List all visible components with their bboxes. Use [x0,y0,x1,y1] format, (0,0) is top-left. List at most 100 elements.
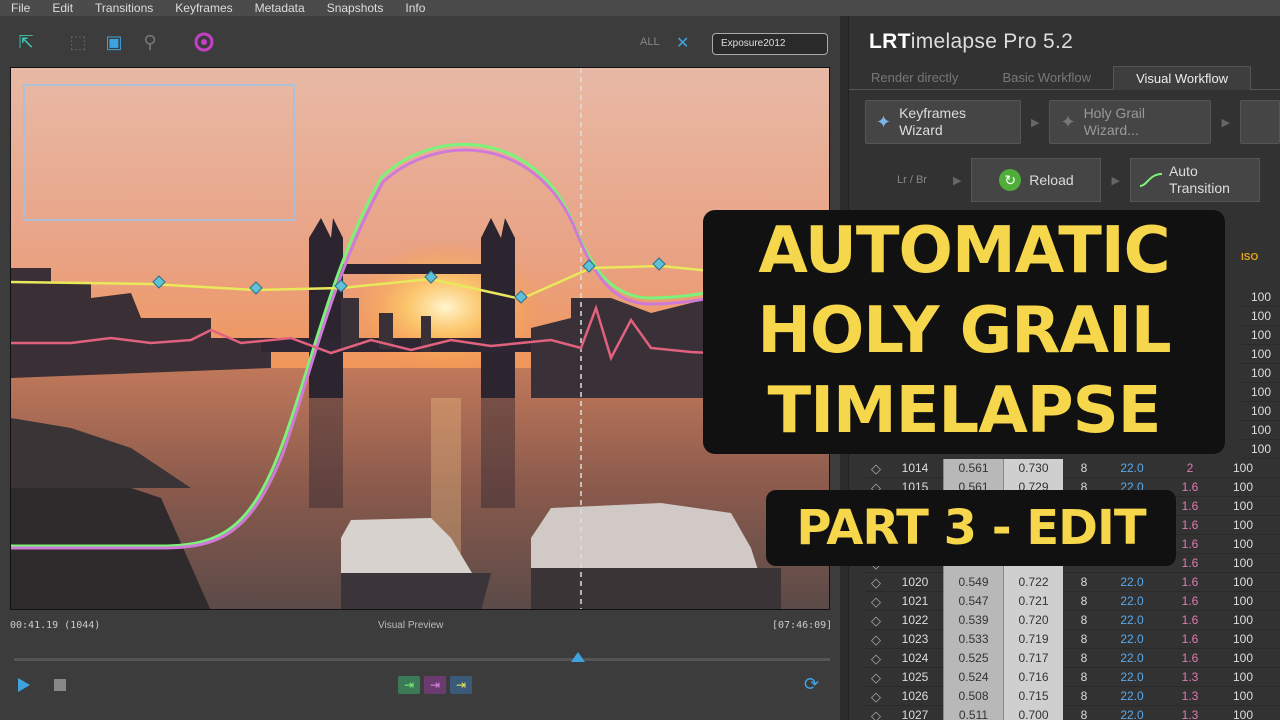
menu-edit[interactable]: Edit [41,0,84,16]
iso-cell[interactable]: 100 [1221,706,1265,720]
menu-file[interactable]: File [0,0,41,16]
iso-cell[interactable]: 100 [1221,668,1265,687]
value1-cell[interactable]: 0.547 [943,591,1003,611]
count-cell[interactable]: 8 [1063,459,1105,478]
count-cell[interactable]: 8 [1063,592,1105,611]
playhead-handle[interactable] [571,652,585,662]
aperture-cell[interactable]: 1.6 [1159,592,1221,611]
aperture-cell[interactable]: 1.6 [1159,630,1221,649]
aperture-cell[interactable]: 1.6 [1159,573,1221,592]
table-row[interactable]: ◇ 1023 0.533 0.719 8 22.0 1.6 100 [865,629,1280,649]
fstop-cell[interactable]: 22.0 [1105,611,1159,630]
table-row[interactable]: ◇ 1025 0.524 0.716 8 22.0 1.3 100 [865,667,1280,687]
iso-column-header[interactable]: ISO [1241,252,1258,263]
keyframe-diamond-icon[interactable]: ◇ [865,459,887,478]
selection-icon[interactable]: ⬚ [66,30,90,54]
iso-cell[interactable]: 100 [1221,516,1265,535]
value2-cell[interactable]: 0.730 [1003,458,1063,478]
iso-cell[interactable]: 100 [1241,383,1280,402]
tab-visual-workflow[interactable]: Visual Workflow [1113,66,1252,90]
next-wizard-button[interactable] [1239,100,1280,144]
iso-cell[interactable]: 100 [1221,573,1265,592]
value1-cell[interactable]: 0.533 [943,629,1003,649]
iso-cell[interactable]: 100 [1241,421,1280,440]
value2-cell[interactable]: 0.721 [1003,591,1063,611]
keyframe-diamond-icon[interactable]: ◇ [865,706,887,720]
iso-cell[interactable]: 100 [1241,307,1280,326]
value1-cell[interactable]: 0.524 [943,667,1003,687]
value1-cell[interactable]: 0.508 [943,686,1003,706]
count-cell[interactable]: 8 [1063,630,1105,649]
value2-cell[interactable]: 0.715 [1003,686,1063,706]
value2-cell[interactable]: 0.720 [1003,610,1063,630]
keyframe-purple-icon[interactable]: ⇥ [424,676,446,694]
fstop-cell[interactable]: 22.0 [1105,706,1159,720]
table-row[interactable]: ◇ 1014 0.561 0.730 8 22.0 2 100 [865,458,1280,478]
timeline-scrubber[interactable] [14,658,830,661]
zoom-icon[interactable]: ⚲ [138,30,162,54]
keyframe-diamond-icon[interactable]: ◇ [865,687,887,706]
iso-cell[interactable]: 100 [1221,592,1265,611]
frame-cell[interactable]: 1021 [887,592,943,611]
fstop-cell[interactable]: 22.0 [1105,630,1159,649]
menu-keyframes[interactable]: Keyframes [164,0,243,16]
frame-cell[interactable]: 1024 [887,649,943,668]
iso-cell[interactable]: 100 [1221,687,1265,706]
frame-cell[interactable]: 1027 [887,706,943,720]
aperture-cell[interactable]: 1.3 [1159,706,1221,720]
iso-cell[interactable]: 100 [1221,554,1265,573]
value2-cell[interactable]: 0.717 [1003,648,1063,668]
value2-cell[interactable]: 0.716 [1003,667,1063,687]
iso-cell[interactable]: 100 [1221,649,1265,668]
value2-cell[interactable]: 0.719 [1003,629,1063,649]
count-cell[interactable]: 8 [1063,573,1105,592]
iso-cell[interactable]: 100 [1221,478,1265,497]
count-cell[interactable]: 8 [1063,649,1105,668]
value1-cell[interactable]: 0.511 [943,705,1003,720]
stop-button[interactable] [54,679,66,691]
curve-toggle-icon[interactable]: ✕ [676,33,689,53]
keyframes-wizard-button[interactable]: ✦ Keyframes Wizard [865,100,1021,144]
iso-cell[interactable]: 100 [1241,288,1280,307]
frame-cell[interactable]: 1023 [887,630,943,649]
menu-snapshots[interactable]: Snapshots [316,0,395,16]
refresh-icon[interactable]: ⟳ [804,674,819,695]
table-row[interactable]: ◇ 1020 0.549 0.722 8 22.0 1.6 100 [865,572,1280,592]
keyframe-blue-icon[interactable]: ⇥ [450,676,472,694]
fstop-cell[interactable]: 22.0 [1105,687,1159,706]
frame-cell[interactable]: 1014 [887,459,943,478]
table-row[interactable]: ◇ 1027 0.511 0.700 8 22.0 1.3 100 [865,705,1280,720]
fstop-cell[interactable]: 22.0 [1105,668,1159,687]
frame-cell[interactable]: 1026 [887,687,943,706]
tab-basic-workflow[interactable]: Basic Workflow [980,66,1113,90]
value1-cell[interactable]: 0.525 [943,648,1003,668]
value2-cell[interactable]: 0.722 [1003,572,1063,592]
record-icon[interactable] [192,30,216,54]
aperture-cell[interactable]: 1.3 [1159,687,1221,706]
frame-cell[interactable]: 1020 [887,573,943,592]
tab-render-directly[interactable]: Render directly [849,66,980,90]
keyframe-green-icon[interactable]: ⇥ [398,676,420,694]
count-cell[interactable]: 8 [1063,668,1105,687]
keyframe-diamond-icon[interactable]: ◇ [865,573,887,592]
curve-select-dropdown[interactable]: Exposure2012 [712,33,828,55]
keyframe-diamond-icon[interactable]: ◇ [865,668,887,687]
iso-cell[interactable]: 100 [1221,611,1265,630]
iso-cell[interactable]: 100 [1221,630,1265,649]
iso-cell[interactable]: 100 [1221,535,1265,554]
auto-transition-button[interactable]: Auto Transition [1129,158,1260,202]
holy-grail-wizard-button[interactable]: ✦ Holy Grail Wizard... [1049,100,1212,144]
value1-cell[interactable]: 0.549 [943,572,1003,592]
value1-cell[interactable]: 0.561 [943,458,1003,478]
fstop-cell[interactable]: 22.0 [1105,573,1159,592]
table-row[interactable]: ◇ 1026 0.508 0.715 8 22.0 1.3 100 [865,686,1280,706]
iso-cell[interactable]: 100 [1221,459,1265,478]
iso-cell[interactable]: 100 [1221,497,1265,516]
play-button[interactable] [18,678,30,692]
aperture-cell[interactable]: 1.3 [1159,668,1221,687]
menu-info[interactable]: Info [394,0,436,16]
aperture-cell[interactable]: 1.6 [1159,611,1221,630]
table-row[interactable]: ◇ 1024 0.525 0.717 8 22.0 1.6 100 [865,648,1280,668]
table-row[interactable]: ◇ 1022 0.539 0.720 8 22.0 1.6 100 [865,610,1280,630]
image-icon[interactable]: ▣ [102,30,126,54]
